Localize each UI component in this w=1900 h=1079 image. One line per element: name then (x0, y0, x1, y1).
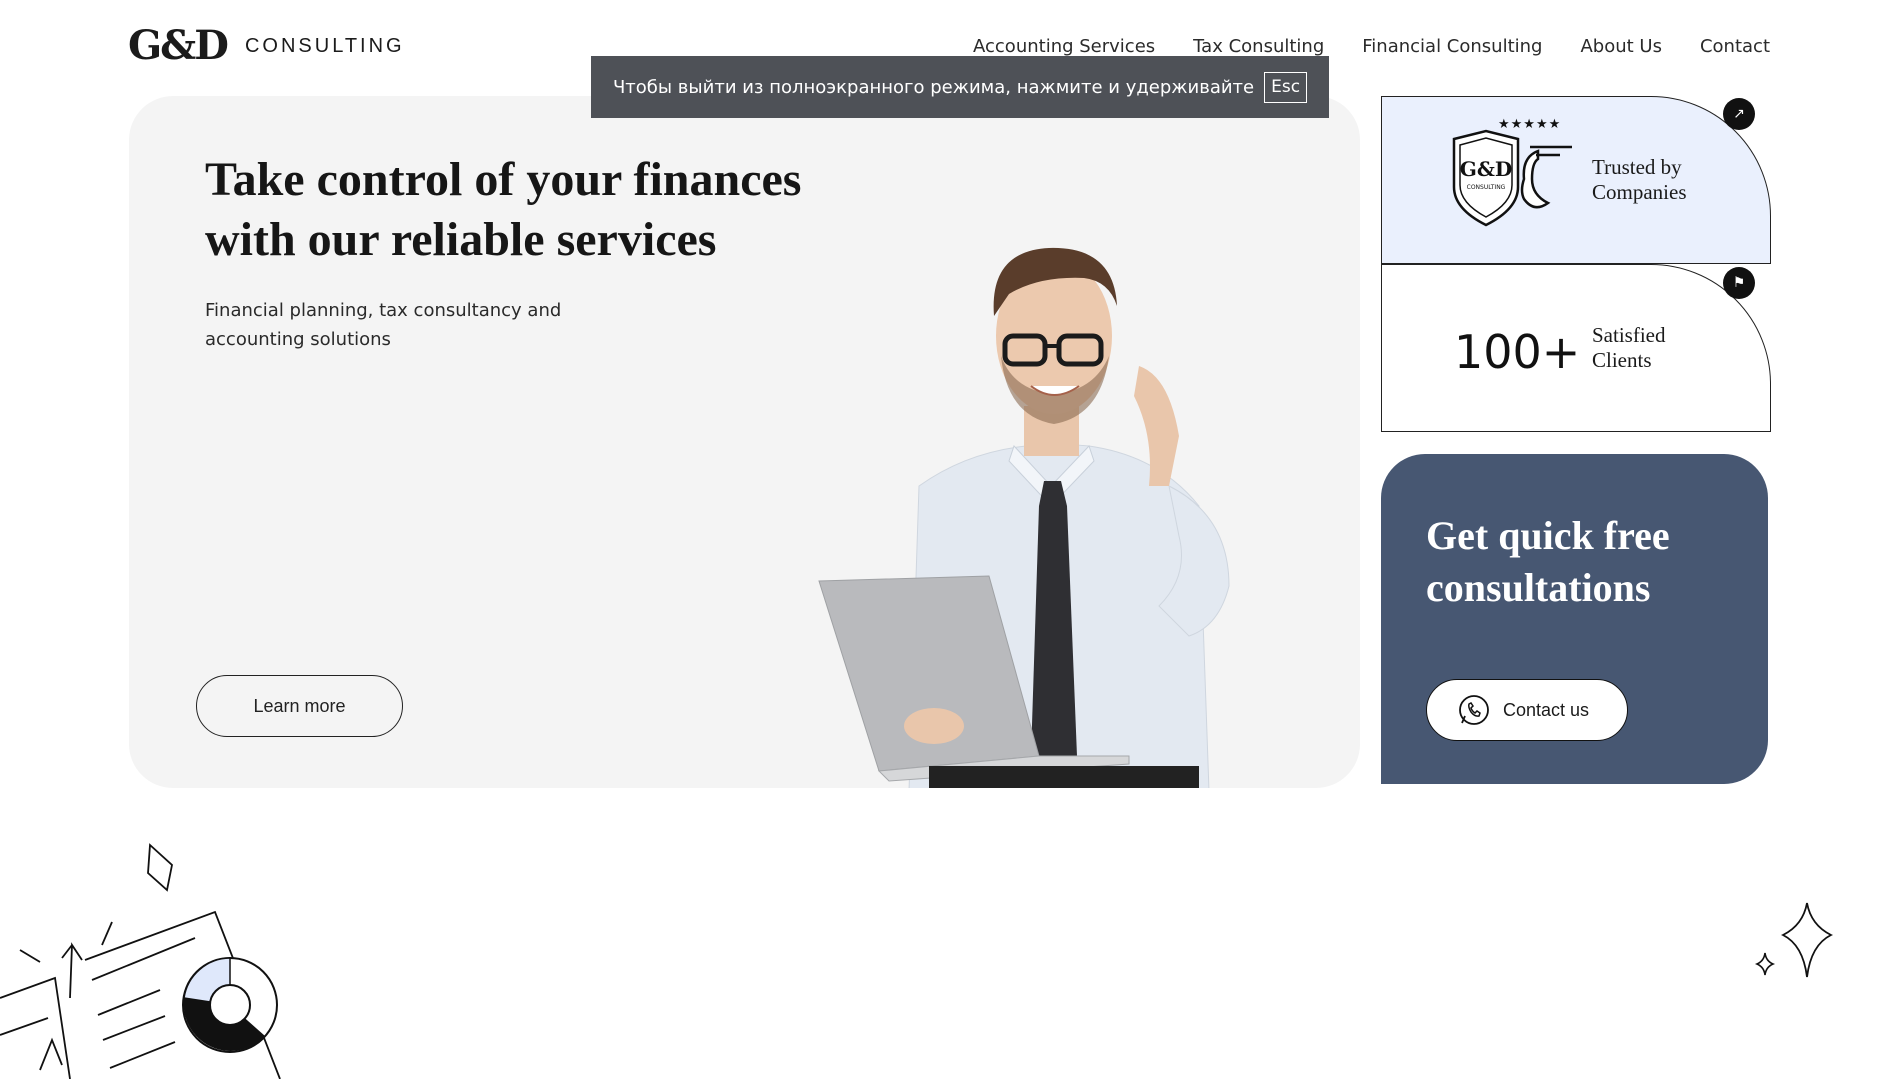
main-nav: Accounting Services Tax Consulting Finan… (973, 36, 1770, 57)
satisfied-clients-card: 100+ Satisfied Clients ⚑ (1381, 264, 1771, 432)
badge-mark: G&D (1460, 157, 1512, 181)
nav-contact[interactable]: Contact (1700, 36, 1770, 57)
consultation-title: Get quick free consultations (1426, 513, 1670, 610)
clients-count: 100+ (1454, 325, 1581, 379)
badge-text: CONSULTING (1467, 184, 1506, 191)
nav-accounting-services[interactable]: Accounting Services (973, 36, 1155, 57)
businessman-with-laptop-image (818, 247, 1230, 788)
logo-text: CONSULTING (244, 34, 405, 57)
nav-financial-consulting[interactable]: Financial Consulting (1362, 36, 1542, 57)
fullscreen-tooltip-message: Чтобы выйти из полноэкранного режима, на… (612, 76, 1255, 98)
learn-more-button[interactable]: Learn more (196, 675, 403, 737)
fullscreen-exit-tooltip: Чтобы выйти из полноэкранного режима, на… (591, 56, 1329, 118)
company-badge-icon: G&D CONSULTING (1452, 129, 1572, 227)
contact-us-label: Contact us (1503, 699, 1590, 720)
trusted-by-companies-card: ★★★★★ G&D CONSULTING Trusted by Companie… (1381, 96, 1771, 264)
satisfied-clients-label: Satisfied Clients (1592, 323, 1666, 372)
esc-key-hint: Esc (1264, 71, 1308, 103)
arrow-up-right-icon[interactable]: ↗ (1723, 98, 1755, 130)
hero-card: Take control of your finances with our r… (129, 96, 1360, 788)
sparkle-stars-decoration (1754, 902, 1834, 978)
hero-subtitle: Financial planning, tax consultancy and … (205, 300, 562, 350)
logo[interactable]: G&D CONSULTING (128, 26, 405, 66)
nav-tax-consulting[interactable]: Tax Consulting (1193, 36, 1324, 57)
contact-us-button[interactable]: Contact us (1426, 679, 1628, 741)
logo-mark: G&D (128, 22, 229, 69)
nav-about-us[interactable]: About Us (1580, 36, 1662, 57)
flag-icon[interactable]: ⚑ (1723, 267, 1755, 299)
trusted-by-companies-label: Trusted by Companies (1592, 155, 1687, 204)
free-consultation-card: Get quick free consultations Contact us (1381, 454, 1768, 784)
whatsapp-icon (1459, 695, 1489, 725)
finance-doodle-illustration (0, 843, 281, 1079)
